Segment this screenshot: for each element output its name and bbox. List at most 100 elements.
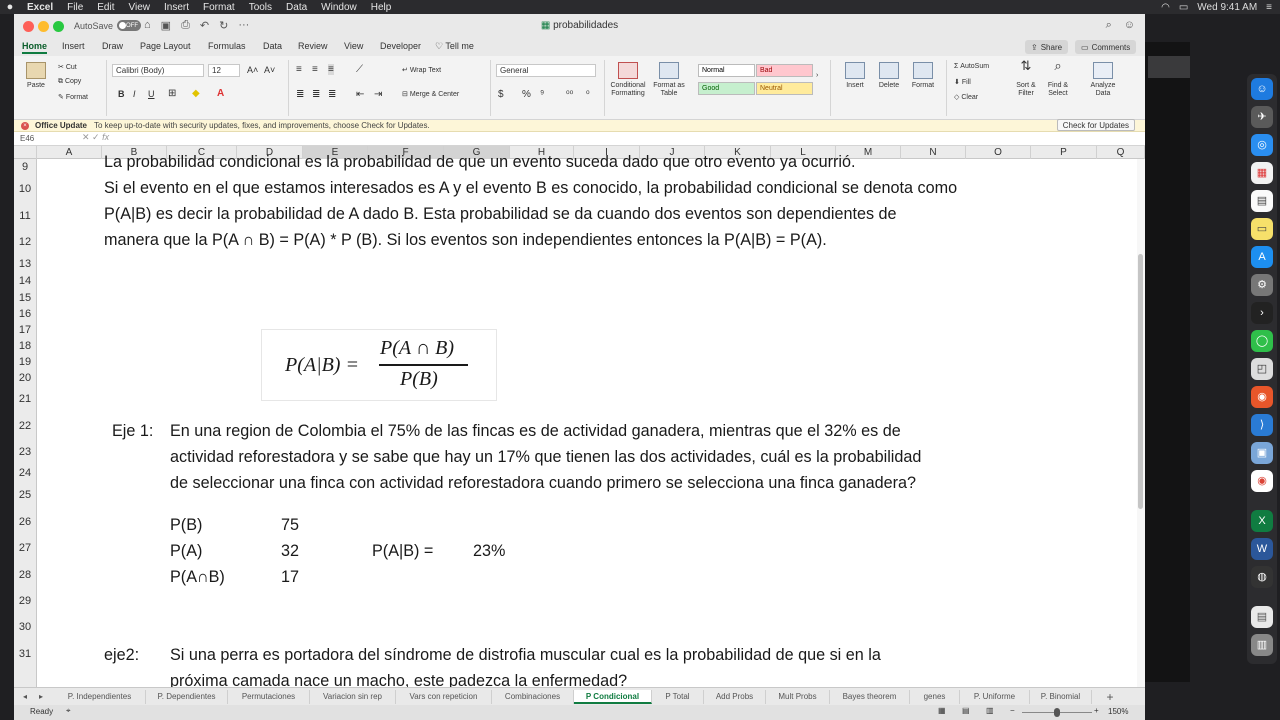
apple-menu-icon[interactable]: ● — [0, 1, 20, 13]
worksheet-grid[interactable]: La probabilidad condicional es la probab… — [37, 153, 1137, 690]
scroll-tabs-right-icon[interactable]: ▸ — [34, 690, 48, 704]
tab-developer[interactable]: Developer — [380, 41, 421, 51]
tab-data[interactable]: Data — [263, 41, 282, 51]
font-size-select[interactable]: 12 — [208, 64, 240, 77]
style-good[interactable]: Good — [698, 82, 755, 95]
number-format-select[interactable]: General — [496, 64, 596, 77]
row-header[interactable]: 22 — [14, 413, 36, 439]
sheet-tab[interactable]: Vars con repeticion — [396, 690, 492, 704]
fill-button[interactable]: ⬇ Fill — [954, 78, 971, 86]
finder-icon[interactable]: ☺ — [1251, 78, 1273, 100]
row-header[interactable]: 28 — [14, 562, 36, 588]
wrap-text-button[interactable]: ↵ Wrap Text — [402, 66, 441, 74]
row-header[interactable]: 18 — [14, 338, 36, 354]
align-bottom-icon[interactable]: ≡ — [328, 64, 334, 75]
messages-icon[interactable]: ◯ — [1251, 330, 1273, 352]
add-sheet-icon[interactable]: + — [1100, 690, 1120, 704]
page-break-view-icon[interactable]: ▥ — [986, 706, 994, 715]
preview-icon[interactable]: ▣ — [1251, 442, 1273, 464]
word-dock-icon[interactable]: W — [1251, 538, 1273, 560]
sheet-tab[interactable]: P. Binomial — [1030, 690, 1092, 704]
confirm-entry-icon[interactable]: ✓ — [92, 132, 102, 142]
zoom-in-icon[interactable]: + — [1094, 706, 1099, 715]
sheet-tab[interactable]: Combinaciones — [492, 690, 574, 704]
stickies-icon[interactable]: ▭ — [1251, 218, 1273, 240]
tab-insert[interactable]: Insert — [62, 41, 85, 51]
fx-icon[interactable]: fx — [102, 132, 109, 142]
sheet-tab[interactable]: P. Uniforme — [960, 690, 1030, 704]
row-header[interactable]: 16 — [14, 306, 36, 322]
percent-format-icon[interactable]: % — [522, 89, 531, 100]
font-color-icon[interactable]: A — [217, 88, 224, 99]
row-header[interactable]: 19 — [14, 354, 36, 370]
zoom-level[interactable]: 150% — [1108, 707, 1128, 716]
sheet-tab-active[interactable]: P Condicional — [574, 690, 652, 704]
row-header[interactable]: 12 — [14, 229, 36, 255]
shrink-font-icon[interactable]: A˅ — [264, 65, 275, 75]
sheet-tab[interactable]: genes — [910, 690, 960, 704]
row-header[interactable]: 9 — [14, 159, 36, 176]
row-header[interactable]: 23 — [14, 439, 36, 465]
accounting-format-icon[interactable]: $ — [498, 89, 504, 100]
tab-page-layout[interactable]: Page Layout — [140, 41, 191, 51]
row-header[interactable]: 29 — [14, 588, 36, 614]
find-select-button[interactable]: ⌕ Find & Select — [1044, 59, 1072, 98]
wifi-icon[interactable]: ◠ — [1161, 2, 1170, 13]
row-header[interactable]: 26 — [14, 509, 36, 535]
tab-review[interactable]: Review — [298, 41, 328, 51]
align-right-icon[interactable]: ≣ — [328, 89, 336, 100]
cut-button[interactable]: ✂ Cut — [58, 63, 77, 71]
select-all-corner[interactable] — [14, 146, 37, 159]
decrease-decimal-icon[interactable]: ⁰ — [586, 89, 590, 100]
style-neutral[interactable]: Neutral — [756, 82, 813, 95]
control-center-icon[interactable]: ≡ — [1266, 2, 1272, 13]
row-header[interactable]: 10 — [14, 176, 36, 203]
row-header[interactable]: 13 — [14, 255, 36, 273]
conditional-formatting-button[interactable]: Conditional Formatting — [608, 62, 648, 98]
name-box[interactable]: E46 — [20, 134, 34, 143]
delete-cells-button[interactable]: Delete — [874, 62, 904, 90]
row-header[interactable]: 31 — [14, 641, 36, 667]
sheet-tab[interactable]: P Total — [652, 690, 704, 704]
row-header[interactable]: 17 — [14, 322, 36, 338]
account-icon[interactable]: ☺ — [1124, 19, 1135, 32]
borders-icon[interactable]: ⊞ — [168, 88, 176, 99]
sheet-tab[interactable]: Mult Probs — [766, 690, 830, 704]
accessibility-icon[interactable]: ⌖ — [66, 706, 71, 716]
scrollbar-thumb[interactable] — [1138, 254, 1143, 509]
bold-icon[interactable]: B — [118, 89, 125, 99]
align-left-icon[interactable]: ≣ — [296, 89, 304, 100]
tab-formulas[interactable]: Formulas — [208, 41, 246, 51]
copy-button[interactable]: ⧉ Copy — [58, 78, 81, 86]
app-store-icon[interactable]: A — [1251, 246, 1273, 268]
menu-help[interactable]: Help — [364, 2, 399, 13]
grow-font-icon[interactable]: A˄ — [247, 65, 258, 75]
increase-indent-icon[interactable]: ⇥ — [374, 89, 382, 100]
row-header[interactable]: 21 — [14, 386, 36, 413]
trash-icon[interactable]: ▥ — [1251, 634, 1273, 656]
menu-format[interactable]: Format — [196, 2, 242, 13]
style-bad[interactable]: Bad — [756, 64, 813, 77]
tab-view[interactable]: View — [344, 41, 363, 51]
menu-app-excel[interactable]: Excel — [20, 2, 60, 13]
row-header[interactable]: 15 — [14, 290, 36, 306]
paste-button[interactable]: Paste — [22, 62, 50, 90]
system-preferences-icon[interactable]: ⚙ — [1251, 274, 1273, 296]
safari-icon[interactable]: ◎ — [1251, 134, 1273, 156]
zoom-out-icon[interactable]: − — [1010, 706, 1015, 715]
format-cells-button[interactable]: Format — [908, 62, 938, 90]
sheet-tab[interactable]: P. Independientes — [54, 690, 146, 704]
calendar-icon[interactable]: ▦ — [1251, 162, 1273, 184]
format-painter-button[interactable]: ✎ Format — [58, 93, 88, 101]
menu-tools[interactable]: Tools — [242, 2, 279, 13]
search-icon[interactable]: ⌕ — [1106, 19, 1112, 32]
sheet-tab[interactable]: Add Probs — [704, 690, 766, 704]
terminal-icon[interactable]: › — [1251, 302, 1273, 324]
scroll-tabs-left-icon[interactable]: ◂ — [18, 690, 32, 704]
comma-style-icon[interactable]: ⁹ — [540, 89, 544, 100]
row-header[interactable]: 27 — [14, 535, 36, 562]
cancel-entry-icon[interactable]: ✕ — [82, 132, 92, 142]
autosum-button[interactable]: Σ AutoSum — [954, 63, 989, 70]
italic-icon[interactable]: I — [133, 89, 136, 99]
vscode-icon[interactable]: ⟩ — [1251, 414, 1273, 436]
